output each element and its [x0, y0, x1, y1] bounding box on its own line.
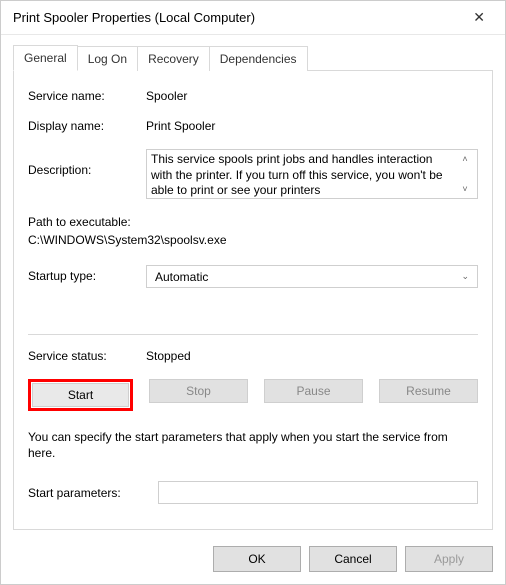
description-scrollbar[interactable]: ˄ ˅	[457, 152, 473, 196]
label-description: Description:	[28, 149, 146, 177]
divider	[28, 334, 478, 335]
label-service-status: Service status:	[28, 349, 146, 363]
apply-button: Apply	[405, 546, 493, 572]
description-text: This service spools print jobs and handl…	[151, 152, 457, 196]
service-control-buttons: Start Stop Pause Resume	[28, 379, 478, 411]
parameters-note: You can specify the start parameters tha…	[28, 429, 478, 461]
label-display-name: Display name:	[28, 119, 146, 133]
label-service-name: Service name:	[28, 89, 146, 103]
label-startup-type: Startup type:	[28, 265, 146, 283]
scroll-up-icon[interactable]: ˄	[462, 154, 467, 164]
properties-dialog: Print Spooler Properties (Local Computer…	[0, 0, 506, 585]
tab-recovery[interactable]: Recovery	[137, 46, 210, 71]
value-path: C:\WINDOWS\System32\spoolsv.exe	[28, 233, 478, 247]
start-button[interactable]: Start	[32, 383, 129, 407]
cancel-button[interactable]: Cancel	[309, 546, 397, 572]
scroll-down-icon[interactable]: ˅	[462, 184, 467, 194]
label-path: Path to executable:	[28, 215, 478, 229]
label-start-parameters: Start parameters:	[28, 486, 158, 500]
close-icon[interactable]: ✕	[465, 5, 493, 30]
resume-button: Resume	[379, 379, 478, 403]
tab-general[interactable]: General	[13, 45, 78, 71]
startup-type-value: Automatic	[155, 270, 208, 284]
pause-button: Pause	[264, 379, 363, 403]
description-box: This service spools print jobs and handl…	[146, 149, 478, 199]
start-parameters-input[interactable]	[158, 481, 478, 504]
dialog-footer: OK Cancel Apply	[1, 536, 505, 584]
value-display-name: Print Spooler	[146, 119, 478, 133]
chevron-down-icon: ⌄	[461, 271, 469, 282]
stop-button: Stop	[149, 379, 248, 403]
ok-button[interactable]: OK	[213, 546, 301, 572]
content-area: General Log On Recovery Dependencies Ser…	[1, 35, 505, 536]
window-title: Print Spooler Properties (Local Computer…	[13, 10, 255, 25]
start-button-highlight: Start	[28, 379, 133, 411]
tab-logon[interactable]: Log On	[77, 46, 138, 71]
tab-dependencies[interactable]: Dependencies	[209, 46, 308, 71]
titlebar: Print Spooler Properties (Local Computer…	[1, 1, 505, 35]
value-service-status: Stopped	[146, 349, 478, 363]
startup-type-select[interactable]: Automatic ⌄	[146, 265, 478, 288]
tab-panel-general: Service name: Spooler Display name: Prin…	[13, 70, 493, 530]
tab-strip: General Log On Recovery Dependencies	[13, 45, 493, 70]
value-service-name: Spooler	[146, 89, 478, 103]
